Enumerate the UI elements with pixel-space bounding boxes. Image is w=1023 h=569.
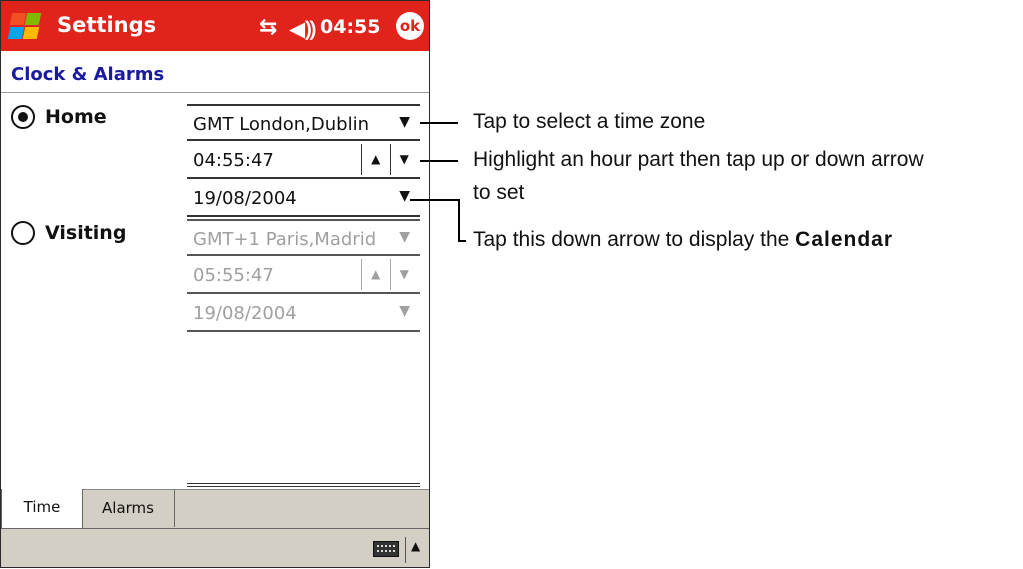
callout-line <box>458 199 460 242</box>
windows-logo-icon[interactable] <box>7 13 42 41</box>
visiting-time-value: 05:55:47 <box>193 265 274 286</box>
visiting-timezone-dropdown: GMT+1 Paris,Madrid ▼ <box>187 219 420 256</box>
home-time-value: 04:55:47 <box>193 150 274 171</box>
clock-display[interactable]: 04:55 <box>320 16 380 38</box>
visiting-label: Visiting <box>45 222 127 244</box>
title-divider <box>1 92 429 93</box>
tab-alarms[interactable]: Alarms <box>82 490 175 527</box>
spin-down-arrow-icon: ▼ <box>399 267 409 281</box>
visiting-radio-button[interactable] <box>11 221 35 245</box>
dropdown-arrow-icon[interactable]: ▼ <box>399 114 410 130</box>
keyboard-icon[interactable] <box>373 541 399 557</box>
dropdown-arrow-icon: ▼ <box>399 303 410 319</box>
app-title: Settings <box>57 13 157 37</box>
section-divider <box>187 483 420 484</box>
ok-button[interactable]: ok <box>396 12 424 40</box>
visiting-time-field: 05:55:47 ▲ ▼ <box>187 257 420 294</box>
callout-calendar: Tap this down arrow to display the Calen… <box>473 228 893 252</box>
visiting-timezone-value: GMT+1 Paris,Madrid <box>193 229 377 250</box>
home-timezone-value: GMT London,Dublin <box>193 114 370 135</box>
spin-up-arrow-icon: ▲ <box>362 259 391 290</box>
connectivity-icon[interactable]: ⇆ <box>259 15 277 40</box>
title-bar: Settings ⇆ ◀︎⸩ 04:55 ok <box>1 1 429 51</box>
section-divider <box>187 486 420 487</box>
home-radio-row[interactable]: Home <box>11 105 107 129</box>
callout-line <box>458 240 466 242</box>
home-timezone-dropdown[interactable]: GMT London,Dublin ▼ <box>187 104 420 141</box>
spin-up-arrow-icon[interactable]: ▲ <box>362 144 391 175</box>
callout-time-line1: Highlight an hour part then tap up or do… <box>473 148 924 171</box>
callout-line <box>420 160 458 162</box>
input-method-arrow-icon[interactable]: ▲ <box>411 539 420 553</box>
callout-time-line2: to set <box>473 181 525 204</box>
pda-screen: Settings ⇆ ◀︎⸩ 04:55 ok Clock & Alarms H… <box>0 0 430 568</box>
tab-time[interactable]: Time <box>1 489 83 528</box>
page-title: Clock & Alarms <box>11 64 165 85</box>
callout-calendar-text: Tap this down arrow to display the <box>473 228 796 251</box>
callout-timezone: Tap to select a time zone <box>473 110 706 133</box>
input-panel-bar: ▲ <box>1 528 429 567</box>
home-date-field[interactable]: 19/08/2004 ▼ <box>187 180 420 217</box>
volume-icon[interactable]: ◀︎⸩ <box>289 15 316 43</box>
callout-calendar-bold: Calendar <box>795 228 894 251</box>
home-time-field[interactable]: 04:55:47 ▲ ▼ <box>187 142 420 179</box>
home-date-value: 19/08/2004 <box>193 188 297 209</box>
callout-line <box>410 199 460 201</box>
home-radio-button[interactable] <box>11 105 35 129</box>
tab-bar: Time Alarms <box>1 489 429 528</box>
home-time-spinner[interactable]: ▲ ▼ <box>361 144 418 175</box>
calendar-dropdown-arrow-icon[interactable]: ▼ <box>399 188 410 204</box>
spin-down-arrow-icon[interactable]: ▼ <box>391 144 419 175</box>
visiting-date-field: 19/08/2004 ▼ <box>187 295 420 332</box>
home-label: Home <box>45 106 107 128</box>
dropdown-arrow-icon: ▼ <box>399 229 410 245</box>
visiting-radio-row[interactable]: Visiting <box>11 221 126 245</box>
input-separator <box>405 537 406 563</box>
visiting-time-spinner: ▲ ▼ <box>361 259 418 290</box>
visiting-date-value: 19/08/2004 <box>193 303 297 324</box>
callout-line <box>420 122 458 124</box>
